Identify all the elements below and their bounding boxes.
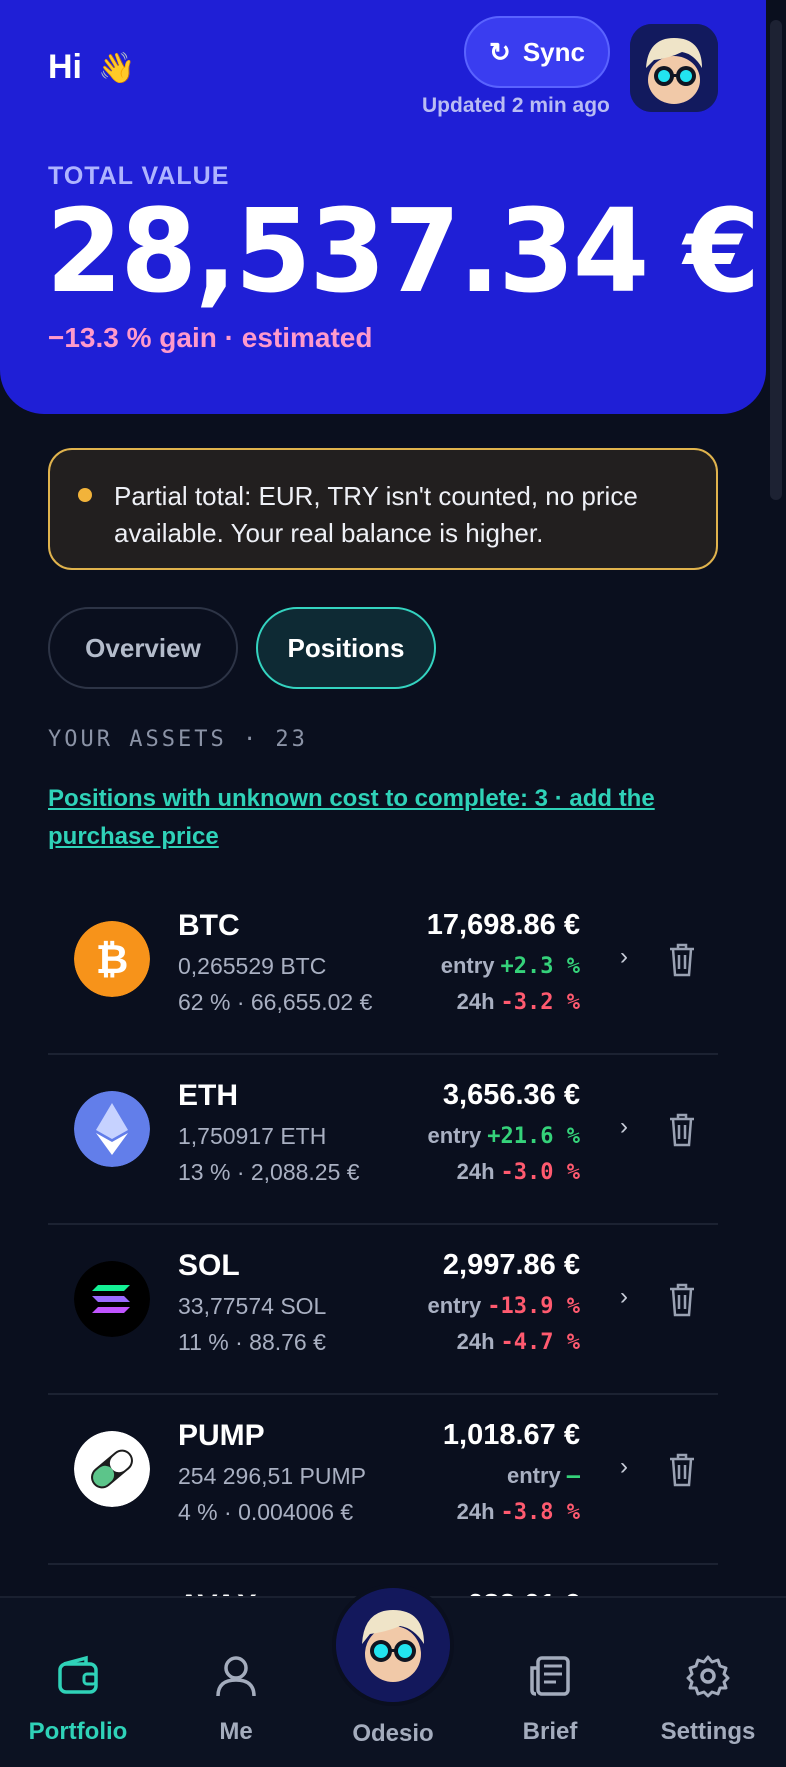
asset-quantity: 33,77574 SOL — [178, 1293, 327, 1319]
chevron-right-icon[interactable]: › — [620, 1113, 628, 1141]
asset-symbol: PUMP — [178, 1419, 265, 1452]
warning-dot-icon — [78, 488, 92, 502]
tab-overview[interactable]: Overview — [48, 607, 238, 689]
sync-button[interactable]: ↻ Sync — [464, 16, 610, 88]
entry-percent: +2.3 % — [500, 954, 580, 979]
portfolio-header: Hi 👋 ↻ Sync Updated 2 min ago TOTAL VALUE… — [0, 0, 766, 414]
odesio-avatar-icon — [336, 1588, 450, 1702]
greeting: Hi 👋 — [48, 48, 135, 87]
wallet-icon — [58, 1655, 98, 1694]
entry-label: entry — [427, 1293, 482, 1318]
nav-brief[interactable]: Brief — [480, 1598, 620, 1767]
user-icon — [216, 1656, 256, 1697]
unknown-cost-link[interactable]: Positions with unknown cost to complete:… — [48, 780, 688, 856]
entry-change: entry -13.9 % — [427, 1293, 580, 1319]
day-percent: -3.8 % — [500, 1500, 580, 1525]
nav-settings-label: Settings — [660, 1718, 756, 1745]
entry-percent: -13.9 % — [487, 1294, 580, 1319]
day-change: 24h -3.2 % — [457, 989, 580, 1015]
partial-total-alert: Partial total: EUR, TRY isn't counted, n… — [48, 448, 718, 570]
trash-icon[interactable] — [668, 1283, 696, 1317]
total-value: 28,537.34 € — [46, 183, 760, 319]
entry-label: entry — [427, 1123, 482, 1148]
asset-value: 3,656.36 € — [442, 1079, 580, 1111]
asset-row-pump[interactable]: PUMP 254 296,51 PUMP 4 % · 0.004006 € 1,… — [48, 1395, 718, 1565]
nav-me[interactable]: Me — [166, 1598, 306, 1767]
asset-value: 2,997.86 € — [442, 1249, 580, 1281]
solana-icon — [74, 1261, 150, 1337]
asset-share: 62 % · 66,655.02 € — [178, 989, 373, 1015]
greeting-text: Hi — [48, 48, 82, 86]
entry-change: entry +21.6 % — [427, 1123, 580, 1149]
chevron-right-icon[interactable]: › — [620, 1283, 628, 1311]
trash-icon[interactable] — [668, 943, 696, 977]
svg-text:₿: ₿ — [96, 937, 129, 983]
asset-quantity: 0,265529 BTC — [178, 953, 327, 979]
newspaper-icon — [530, 1656, 570, 1696]
asset-quantity: 254 296,51 PUMP — [178, 1463, 366, 1489]
nav-me-label: Me — [219, 1718, 253, 1745]
asset-symbol: SOL — [178, 1249, 240, 1282]
alert-text: Partial total: EUR, TRY isn't counted, n… — [114, 481, 638, 548]
day-label: 24h — [456, 1499, 495, 1524]
asset-share: 13 % · 2,088.25 € — [178, 1159, 360, 1185]
day-change: 24h -3.8 % — [457, 1499, 580, 1525]
gear-icon — [686, 1655, 730, 1698]
entry-change: entry +2.3 % — [441, 953, 580, 979]
bitcoin-icon: ₿ — [74, 921, 150, 997]
day-change: 24h -3.0 % — [457, 1159, 580, 1185]
trash-icon[interactable] — [668, 1453, 696, 1487]
nav-portfolio[interactable]: Portfolio — [8, 1598, 148, 1767]
sync-label: Sync — [522, 36, 585, 67]
entry-label: entry — [440, 953, 495, 978]
nav-brief-label: Brief — [522, 1718, 578, 1745]
chevron-right-icon[interactable]: › — [620, 943, 628, 971]
asset-quantity: 1,750917 ETH — [178, 1123, 327, 1149]
tab-positions[interactable]: Positions — [256, 607, 436, 689]
day-label: 24h — [456, 1159, 495, 1184]
nav-portfolio-label: Portfolio — [28, 1718, 128, 1745]
entry-percent: +21.6 % — [487, 1124, 580, 1149]
asset-row-btc[interactable]: ₿ BTC 0,265529 BTC 62 % · 66,655.02 € 17… — [48, 885, 718, 1055]
day-percent: -3.0 % — [500, 1160, 580, 1185]
asset-symbol: ETH — [178, 1079, 238, 1112]
nav-odesio-label[interactable]: Odesio — [333, 1720, 453, 1748]
waving-hand-icon: 👋 — [98, 52, 136, 85]
assets-count: YOUR ASSETS · 23 — [48, 727, 308, 752]
scrollbar[interactable] — [766, 0, 786, 1767]
day-label: 24h — [456, 1329, 495, 1354]
odesio-assistant-button[interactable] — [332, 1584, 454, 1706]
day-percent: -3.2 % — [500, 990, 580, 1015]
avatar[interactable] — [630, 24, 718, 112]
asset-share: 4 % · 0.004006 € — [178, 1499, 354, 1525]
entry-percent: — — [566, 1464, 580, 1489]
asset-share: 11 % · 88.76 € — [178, 1329, 326, 1355]
entry-change: entry — — [507, 1463, 580, 1489]
chevron-right-icon[interactable]: › — [620, 1453, 628, 1481]
day-percent: -4.7 % — [500, 1330, 580, 1355]
day-change: 24h -4.7 % — [457, 1329, 580, 1355]
last-updated: Updated 2 min ago — [422, 94, 610, 117]
asset-value: 1,018.67 € — [442, 1419, 580, 1451]
nav-settings[interactable]: Settings — [638, 1598, 778, 1767]
refresh-icon: ↻ — [489, 36, 511, 67]
app-screen: Hi 👋 ↻ Sync Updated 2 min ago TOTAL VALUE… — [0, 0, 786, 1767]
day-label: 24h — [456, 989, 495, 1014]
asset-value: 17,698.86 € — [426, 909, 580, 941]
scrollbar-thumb[interactable] — [770, 20, 782, 500]
asset-row-eth[interactable]: ETH 1,750917 ETH 13 % · 2,088.25 € 3,656… — [48, 1055, 718, 1225]
pill-icon — [74, 1431, 150, 1507]
ethereum-icon — [74, 1091, 150, 1167]
asset-row-sol[interactable]: SOL 33,77574 SOL 11 % · 88.76 € 2,997.86… — [48, 1225, 718, 1395]
gain-summary: −13.3 % gain · estimated — [48, 322, 373, 353]
entry-label: entry — [506, 1463, 561, 1488]
asset-symbol: BTC — [178, 909, 240, 942]
avatar-icon — [630, 24, 718, 112]
trash-icon[interactable] — [668, 1113, 696, 1147]
